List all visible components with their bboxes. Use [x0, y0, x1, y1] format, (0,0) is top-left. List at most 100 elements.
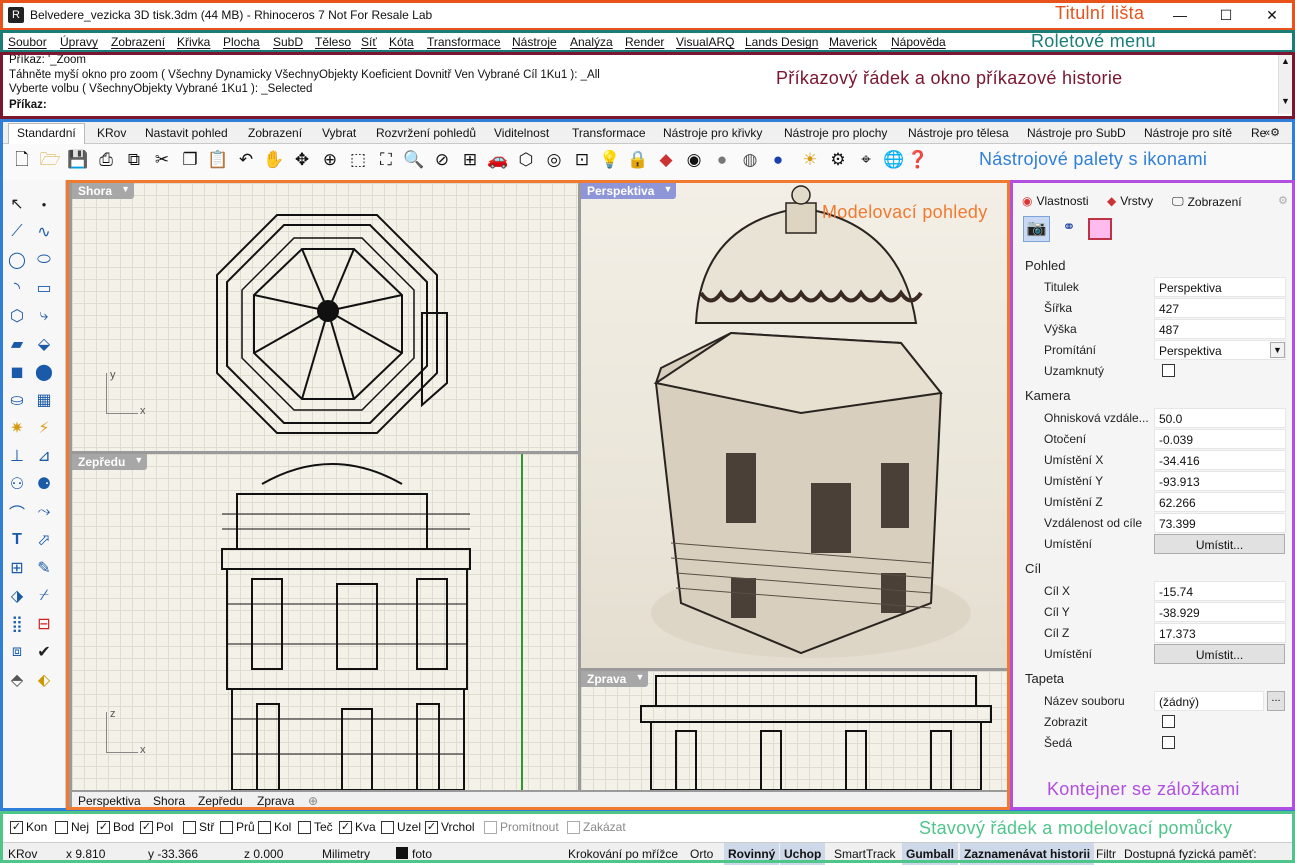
sphere-solid-icon[interactable]: ⬤ — [32, 360, 56, 384]
status-units[interactable]: Milimetry — [322, 847, 370, 861]
prop-value[interactable]: 73.399 — [1154, 513, 1286, 533]
menu-render[interactable]: Render — [625, 35, 664, 49]
status-osnap[interactable]: Uchop — [780, 843, 826, 865]
menu-subd[interactable]: SubD — [273, 35, 303, 49]
shaded-icon[interactable]: ● — [710, 147, 734, 171]
command-prompt[interactable]: Příkaz: — [9, 99, 1279, 111]
osnap-checkbox[interactable] — [258, 820, 271, 834]
close-button[interactable]: ✕ — [1262, 5, 1282, 25]
zoom-selected-icon[interactable]: 🔍 — [402, 147, 426, 171]
prop-value[interactable]: -93.913 — [1154, 471, 1286, 491]
prop-value[interactable]: (žádný) — [1154, 691, 1264, 711]
vptab-shora[interactable]: Shora — [153, 794, 185, 808]
point-icon[interactable]: ● — [32, 192, 56, 216]
paste-icon[interactable]: 📋 — [206, 147, 230, 171]
camera-icon[interactable]: ◎ — [542, 147, 566, 171]
tab-krov[interactable]: KRov — [97, 126, 126, 140]
prop-value[interactable]: -34.416 — [1154, 450, 1286, 470]
menu-lands-design[interactable]: Lands Design — [745, 35, 818, 49]
fillet-curve-icon[interactable]: ⤷ — [32, 304, 56, 328]
chevron-down-icon[interactable]: ▼ — [635, 672, 644, 682]
lock-icon[interactable]: 🔒 — [626, 147, 650, 171]
vptab-perspektiva[interactable]: Perspektiva — [78, 794, 141, 808]
tab-zobrazeni-panel[interactable]: 🖵 Zobrazení — [1172, 194, 1242, 209]
arc-icon[interactable]: ◝ — [5, 276, 29, 300]
osnap-pol[interactable]: ✓ Pol — [140, 820, 173, 834]
menu-kota[interactable]: Kóta — [389, 35, 414, 49]
status-gumball[interactable]: Gumball — [902, 843, 959, 865]
tilt-icon[interactable]: ⊘ — [430, 147, 454, 171]
osnap-checkbox[interactable] — [220, 820, 233, 834]
status-current-layer[interactable]: foto — [412, 847, 432, 861]
osnap-checkbox[interactable] — [567, 820, 580, 834]
osnap-zakázat[interactable]: Zakázat — [567, 820, 626, 834]
tab-rozvrzeni-pohledu[interactable]: Rozvržení pohledů — [376, 126, 476, 140]
save-icon[interactable]: 💾 — [66, 147, 90, 171]
osnap-kol[interactable]: Kol — [258, 820, 291, 834]
prop-value[interactable]: Perspektiva — [1154, 277, 1286, 297]
box-icon[interactable]: ◼ — [5, 360, 29, 384]
viewport-front[interactable]: Zepředu ▼ z x — [72, 454, 578, 790]
curve-icon[interactable]: ∿ — [32, 220, 56, 244]
osnap-uzel[interactable]: Uzel — [381, 820, 421, 834]
menu-sit[interactable]: Síť — [361, 35, 377, 49]
render-mesh-icon[interactable]: ⬘ — [5, 668, 29, 692]
status-planar[interactable]: Rovinný — [724, 843, 780, 865]
osnap-checkbox[interactable] — [55, 820, 68, 834]
materials-icon[interactable]: ⚭ — [1056, 216, 1082, 242]
viewport-title-top[interactable]: Shora ▼ — [72, 183, 135, 199]
status-smarttrack[interactable]: SmartTrack — [834, 847, 896, 861]
locked-checkbox[interactable] — [1162, 364, 1175, 377]
fillet-icon[interactable]: ⌒ — [5, 500, 29, 524]
color-icon[interactable]: ◉ — [682, 147, 706, 171]
tab-nastavit-pohled[interactable]: Nastavit pohled — [145, 126, 228, 140]
tab-zobrazeni[interactable]: Zobrazení — [248, 126, 302, 140]
chevron-down-icon[interactable]: ▼ — [134, 455, 143, 465]
osnap-checkbox[interactable]: ✓ — [339, 820, 352, 834]
globe-icon[interactable]: 🌐 — [882, 147, 906, 171]
add-viewport-icon[interactable]: ⊕ — [308, 794, 318, 808]
menu-upravy[interactable]: Úpravy — [60, 35, 98, 49]
chevron-down-icon[interactable]: ▼ — [663, 184, 672, 194]
undo-icon[interactable]: ↶ — [234, 147, 258, 171]
browse-button[interactable]: ... — [1267, 691, 1285, 711]
osnap-kon[interactable]: ✓ Kon — [10, 820, 47, 834]
select-arrow-icon[interactable]: ↖ — [5, 192, 29, 216]
analyze-icon[interactable]: ⧈ — [5, 640, 29, 664]
menu-zobrazeni[interactable]: Zobrazení — [111, 35, 165, 49]
menu-analyza[interactable]: Analýza — [570, 35, 613, 49]
osnap-checkbox[interactable] — [381, 820, 394, 834]
tab-vlastnosti[interactable]: ◉ Vlastnosti — [1022, 194, 1089, 208]
place-target-button[interactable]: Umístit... — [1154, 644, 1285, 664]
cylinder-icon[interactable]: ⛀ — [5, 388, 29, 412]
tab-nastroje-plochy[interactable]: Nástroje pro plochy — [784, 126, 887, 140]
prop-value[interactable]: -0.039 — [1154, 429, 1286, 449]
prop-value[interactable]: 62.266 — [1154, 492, 1286, 512]
prop-value[interactable]: 17.373 — [1154, 623, 1286, 643]
gray-checkbox[interactable] — [1162, 736, 1175, 749]
menu-maverick[interactable]: Maverick — [829, 35, 877, 49]
osnap-nej[interactable]: Nej — [55, 820, 89, 834]
gumball-icon[interactable]: ⌖ — [854, 147, 878, 171]
car-icon[interactable]: 🚗 — [486, 147, 510, 171]
tab-vybrat[interactable]: Vybrat — [322, 126, 356, 140]
new-icon[interactable]: 🗋 — [10, 147, 34, 171]
render-icon[interactable]: ◍ — [738, 147, 762, 171]
maximize-button[interactable]: ☐ — [1216, 5, 1236, 25]
menu-plocha[interactable]: Plocha — [223, 35, 260, 49]
layer-icon[interactable]: ◆ — [654, 147, 678, 171]
trim-icon[interactable]: ⌿ — [32, 584, 56, 608]
status-filter[interactable]: Filtr — [1096, 847, 1116, 861]
light-icon[interactable]: 💡 — [598, 147, 622, 171]
cut-icon[interactable]: ✂ — [150, 147, 174, 171]
command-scrollbar[interactable]: ▲ ▼ — [1278, 54, 1292, 114]
edit-icon[interactable]: ✎ — [32, 556, 56, 580]
osnap-prů[interactable]: Prů — [220, 820, 255, 834]
scroll-up-icon[interactable]: ▲ — [1279, 56, 1292, 66]
menu-nastroje[interactable]: Nástroje — [512, 35, 557, 49]
import-icon[interactable]: ⧉ — [122, 147, 146, 171]
chevron-down-icon[interactable]: ▼ — [1270, 342, 1285, 358]
prop-value[interactable]: -15.74 — [1154, 581, 1286, 601]
boolean-icon[interactable]: ⚡ — [32, 416, 56, 440]
place-camera-button[interactable]: Umístit... — [1154, 534, 1285, 554]
